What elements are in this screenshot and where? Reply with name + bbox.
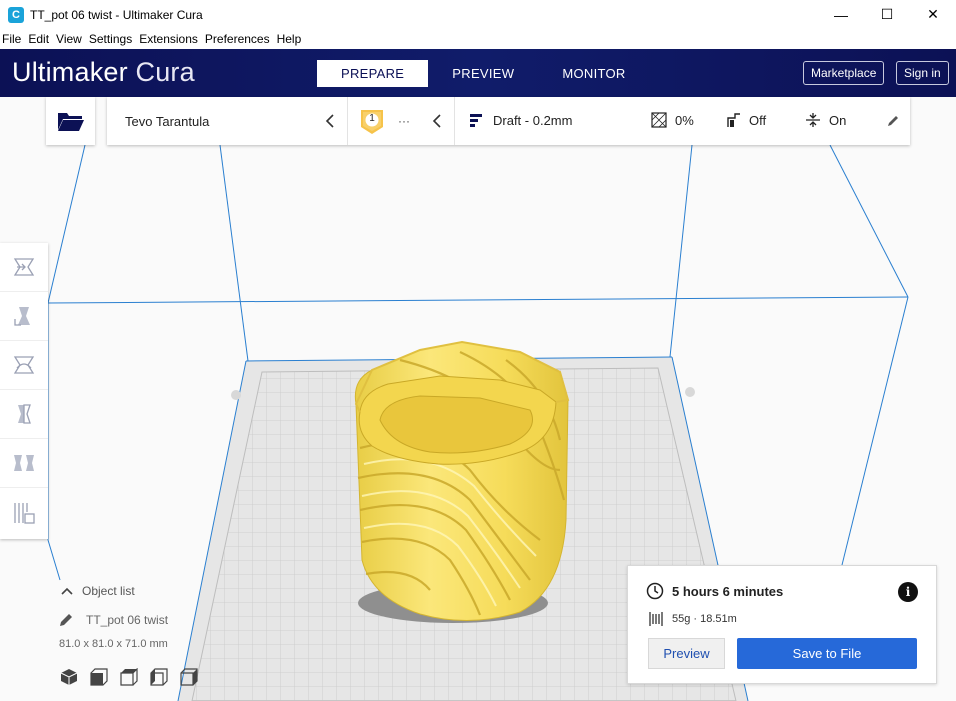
chevron-left-icon <box>432 114 441 128</box>
print-info-panel: 5 hours 6 minutes i 55g · 18.51m Preview… <box>627 565 937 684</box>
print-time: 5 hours 6 minutes <box>672 583 784 599</box>
menu-settings[interactable]: Settings <box>86 32 135 46</box>
object-list-toggle[interactable]: Object list <box>60 584 135 598</box>
sign-in-button[interactable]: Sign in <box>896 61 949 85</box>
cura-app-icon: C <box>8 6 24 23</box>
brand-logo: Ultimaker Cura <box>12 57 195 88</box>
menu-extensions[interactable]: Extensions <box>136 32 201 46</box>
mirror-tool-icon <box>18 404 31 424</box>
support-value: Off <box>749 112 767 128</box>
clock-icon <box>646 582 664 600</box>
printer-name: Tevo Tarantula <box>125 113 210 129</box>
front-view-button[interactable] <box>90 667 120 687</box>
support-blocker-button[interactable] <box>0 488 48 537</box>
infill-value: 0% <box>675 112 694 128</box>
3d-view-button[interactable] <box>60 667 90 687</box>
extruder-material-selector[interactable]: 1 ··· <box>348 97 455 145</box>
tool-panel <box>0 243 48 539</box>
chevron-left-icon <box>325 114 334 128</box>
menu-bar: File Edit View Settings Extensions Prefe… <box>0 29 956 49</box>
right-view-button[interactable] <box>180 667 210 687</box>
extruder-number: 1 <box>369 113 375 124</box>
close-button[interactable]: ✕ <box>910 0 956 29</box>
print-settings-selector[interactable]: Draft - 0.2mm 0% Off On <box>455 97 910 145</box>
adhesion-value: On <box>829 112 847 128</box>
tab-prepare[interactable]: PREPARE <box>317 60 429 87</box>
support-icon <box>727 113 740 127</box>
stage-tabs: PREPARE PREVIEW MONITOR <box>317 60 650 87</box>
chevron-up-icon <box>61 587 73 595</box>
app-header: Ultimaker Cura PREPARE PREVIEW MONITOR M… <box>0 49 956 97</box>
preview-button[interactable]: Preview <box>648 638 725 669</box>
move-tool-button[interactable] <box>0 243 48 292</box>
menu-help[interactable]: Help <box>274 32 305 46</box>
support-item: Off <box>725 112 766 128</box>
menu-preferences[interactable]: Preferences <box>202 32 273 46</box>
adhesion-icon <box>806 113 820 127</box>
profile-item: Draft - 0.2mm <box>469 112 572 128</box>
marketplace-button[interactable]: Marketplace <box>803 61 885 85</box>
print-setup-toolbar: Tevo Tarantula 1 ··· Draft - 0.2mm 0% Of… <box>107 97 910 145</box>
infill-icon <box>651 112 667 128</box>
tab-monitor[interactable]: MONITOR <box>538 60 649 87</box>
rotate-tool-icon <box>13 356 35 374</box>
model-pot[interactable] <box>354 340 570 622</box>
brand-name-light: Cura <box>135 57 195 87</box>
mirror-tool-button[interactable] <box>0 390 48 439</box>
menu-edit[interactable]: Edit <box>25 32 52 46</box>
top-view-icon <box>120 668 138 686</box>
window-title: TT_pot 06 twist - Ultimaker Cura <box>30 7 203 22</box>
scale-tool-button[interactable] <box>0 292 48 341</box>
tab-preview[interactable]: PREVIEW <box>428 60 538 87</box>
profile-icon <box>470 114 482 127</box>
info-icon[interactable]: i <box>898 582 918 602</box>
left-view-icon <box>150 668 168 686</box>
profile-name: Draft - 0.2mm <box>493 112 573 128</box>
menu-view[interactable]: View <box>53 32 85 46</box>
per-model-settings-button[interactable] <box>0 439 48 488</box>
scale-tool-icon <box>14 307 30 326</box>
save-to-file-button[interactable]: Save to File <box>737 638 917 669</box>
object-list-label: Object list <box>82 584 135 598</box>
left-view-button[interactable] <box>150 667 180 687</box>
rotate-tool-button[interactable] <box>0 341 48 390</box>
top-view-button[interactable] <box>120 667 150 687</box>
material-usage-row: 55g · 18.51m <box>648 611 737 627</box>
brand-name-bold: Ultimaker <box>12 57 128 87</box>
printer-selector[interactable]: Tevo Tarantula <box>107 97 348 145</box>
material-name: ··· <box>398 114 410 128</box>
pencil-icon[interactable] <box>886 114 900 128</box>
minimize-button[interactable]: — <box>818 0 864 29</box>
front-view-icon <box>90 668 108 686</box>
material-usage: 55g · 18.51m <box>672 613 737 625</box>
right-view-icon <box>180 668 198 686</box>
object-dimensions: 81.0 x 81.0 x 71.0 mm <box>59 638 168 650</box>
print-time-row: 5 hours 6 minutes <box>646 582 783 600</box>
menu-file[interactable]: File <box>0 32 24 46</box>
camera-view-buttons <box>60 667 210 687</box>
window-titlebar: C TT_pot 06 twist - Ultimaker Cura — ☐ ✕ <box>0 0 956 29</box>
infill-item: 0% <box>651 112 694 128</box>
open-file-button[interactable] <box>46 97 95 145</box>
move-tool-icon <box>13 258 35 276</box>
extruder-badge-icon: 1 <box>360 109 384 134</box>
per-model-settings-icon <box>14 455 34 471</box>
object-name: TT_pot 06 twist <box>86 613 169 627</box>
spool-icon <box>649 612 663 626</box>
adhesion-item: On <box>805 112 846 128</box>
object-name-row[interactable]: TT_pot 06 twist <box>58 612 168 628</box>
pencil-icon <box>60 614 72 626</box>
3d-view-icon <box>60 669 78 685</box>
maximize-button[interactable]: ☐ <box>864 0 910 29</box>
folder-icon <box>57 113 84 131</box>
support-blocker-icon <box>14 502 35 524</box>
